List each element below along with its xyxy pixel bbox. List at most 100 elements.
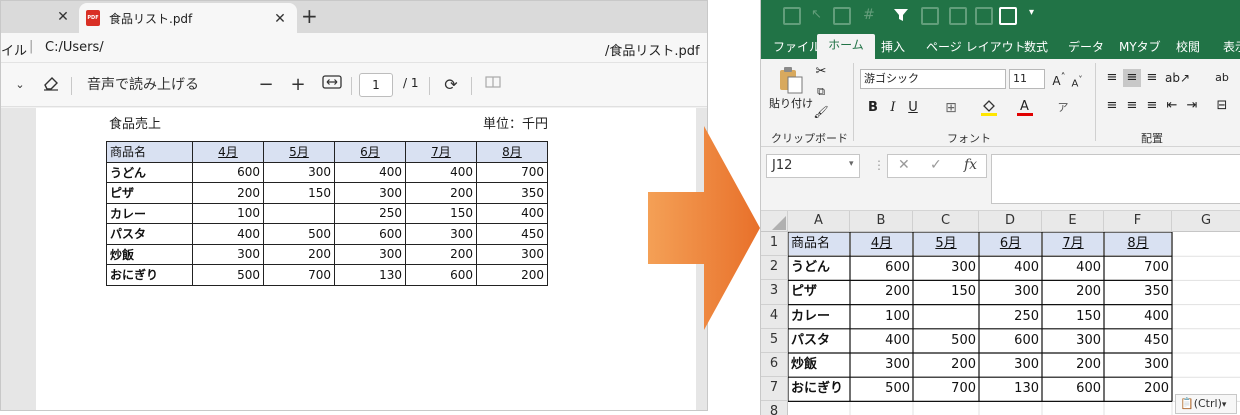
align-middle-icon[interactable]: ≡ [1123,69,1141,87]
sales-value-cell[interactable]: 100 [851,306,912,328]
ribbon-tab-3[interactable]: ページ レイアウト [926,38,1026,55]
font-size-select[interactable]: 11 [1009,69,1045,89]
row-header[interactable]: 2 [761,256,788,281]
column-header[interactable]: C [913,211,979,232]
hash-icon[interactable]: # [863,7,881,25]
sales-value-cell[interactable]: 300 [1043,330,1103,352]
autosave-icon[interactable] [783,7,801,25]
row-header[interactable]: 6 [761,353,788,378]
wrap-text-icon[interactable]: ab [1213,69,1231,87]
comment-icon[interactable] [921,7,939,25]
sales-value-cell[interactable]: 250 [980,306,1041,328]
page-number-input[interactable]: 1 [359,73,393,97]
column-header[interactable]: A [788,211,850,232]
increase-font-icon[interactable]: A˄ [1051,69,1067,90]
sales-value-cell[interactable]: 300 [980,354,1041,376]
spreadsheet-grid[interactable]: A B C D E F G 1 2 3 4 5 6 7 8 商品名 4月 5月 6月 7月 8月 うどん 600 300 400… [761,211,1240,415]
row-header[interactable]: 3 [761,280,788,305]
orientation-icon[interactable]: ab↗ [1165,69,1190,87]
ribbon-tab-2[interactable]: 挿入 [881,38,905,55]
close-icon[interactable]: ✕ [54,8,72,26]
sales-value-cell[interactable]: 300 [980,281,1041,303]
row-header[interactable]: 8 [761,401,788,415]
ribbon-tab-5[interactable]: データ [1068,38,1104,55]
header-cell[interactable]: 商品名 [789,233,849,256]
fit-width-icon[interactable] [321,75,343,95]
fill-color-icon[interactable] [979,97,999,123]
zoom-out-minus-icon[interactable]: − [257,75,275,95]
product-name-cell[interactable]: 炒飯 [789,354,849,376]
sales-value-cell[interactable] [914,306,978,328]
phonetic-icon[interactable]: ア [1055,99,1071,117]
header-cell[interactable]: 5月 [914,233,978,256]
chevron-down-icon[interactable]: ▾ [849,159,854,169]
filter-icon[interactable] [893,7,911,25]
table-icon[interactable] [999,7,1017,25]
ribbon-tab-6[interactable]: MYタブ [1119,38,1161,55]
sales-value-cell[interactable]: 130 [980,378,1041,400]
ribbon-tab-7[interactable]: 校閲 [1176,38,1200,55]
formula-input[interactable] [991,154,1240,204]
product-name-cell[interactable]: カレー [789,306,849,328]
column-header[interactable]: B [850,211,913,232]
zoom-in-plus-icon[interactable]: + [289,75,307,95]
paste-button[interactable]: 貼り付け [769,95,813,113]
product-name-cell[interactable]: うどん [789,257,849,279]
ribbon-tab-4[interactable]: 数式 [1024,38,1048,55]
page-view-icon[interactable] [483,75,503,95]
column-header[interactable]: G [1172,211,1240,232]
sales-value-cell[interactable]: 400 [1043,257,1103,279]
browser-tab-active[interactable]: PDF 食品リスト.pdf ✕ [79,3,297,33]
save-icon[interactable] [833,7,851,25]
paste-icon[interactable] [775,65,807,95]
format-icon[interactable] [949,7,967,25]
increase-indent-icon[interactable]: ⇥ [1183,97,1201,115]
sales-value-cell[interactable]: 600 [1043,378,1103,400]
product-name-cell[interactable]: おにぎり [789,378,849,400]
chevron-down-icon[interactable]: ▾ [1029,7,1047,25]
header-cell[interactable]: 6月 [980,233,1041,256]
cancel-x-icon[interactable]: ✕ [898,157,910,173]
row-header[interactable]: 1 [761,232,788,257]
sales-value-cell[interactable]: 200 [1043,281,1103,303]
sales-value-cell[interactable]: 200 [1105,378,1171,400]
cursor-icon[interactable]: ↖ [811,7,829,25]
font-color-icon[interactable]: A [1015,97,1035,123]
column-header[interactable]: F [1104,211,1172,232]
name-box[interactable]: J12 [766,154,860,178]
underline-icon[interactable]: U [905,99,921,117]
sales-value-cell[interactable]: 350 [1105,281,1171,303]
sales-value-cell[interactable]: 400 [851,330,912,352]
column-header[interactable]: D [979,211,1042,232]
ribbon-tab-8[interactable]: 表示 [1223,38,1240,55]
bold-icon[interactable]: B [865,99,881,117]
decrease-font-icon[interactable]: A˅ [1069,70,1085,93]
row-header[interactable]: 7 [761,377,788,402]
font-name-select[interactable]: 游ゴシック [860,69,1006,89]
align-center-icon[interactable]: ≡ [1123,97,1141,115]
header-cell[interactable]: 4月 [851,233,912,256]
sales-value-cell[interactable]: 600 [980,330,1041,352]
select-all-corner[interactable] [761,211,788,232]
sales-value-cell[interactable]: 700 [1105,257,1171,279]
read-aloud-button[interactable]: 音声で読み上げる [87,75,199,95]
header-cell[interactable]: 7月 [1043,233,1103,256]
align-left-icon[interactable]: ≡ [1103,97,1121,115]
sales-value-cell[interactable]: 200 [1043,354,1103,376]
rotate-icon[interactable]: ⟳ [441,75,461,95]
decrease-indent-icon[interactable]: ⇤ [1163,97,1181,115]
sales-value-cell[interactable]: 150 [914,281,978,303]
merge-cells-icon[interactable]: ⊟ [1213,97,1231,115]
sales-value-cell[interactable]: 300 [1105,354,1171,376]
ribbon-tab-1[interactable]: ホーム [817,34,875,59]
sales-value-cell[interactable]: 700 [914,378,978,400]
product-name-cell[interactable]: ピザ [789,281,849,303]
sales-value-cell[interactable]: 200 [914,354,978,376]
sales-value-cell[interactable]: 400 [1105,306,1171,328]
sales-value-cell[interactable]: 500 [851,378,912,400]
format-painter-icon[interactable]: 🖌 [813,103,829,121]
align-right-icon[interactable]: ≡ [1143,97,1161,115]
column-header[interactable]: E [1042,211,1104,232]
sales-value-cell[interactable]: 450 [1105,330,1171,352]
pdf-document-area[interactable]: 食品売上 単位：千円 商品名 4月 5月 6月 7月 8月 うどん 600 300 400 400 7… [1,108,707,410]
